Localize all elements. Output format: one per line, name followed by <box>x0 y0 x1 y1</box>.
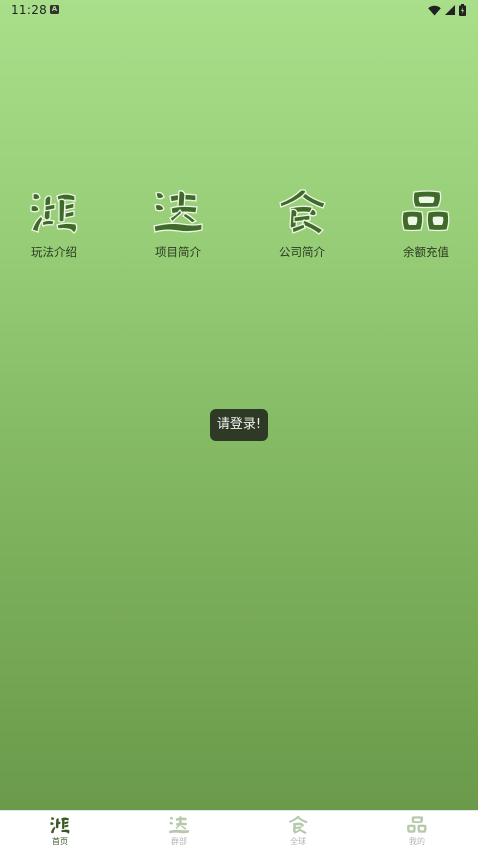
da-calligraphy-icon <box>153 190 203 233</box>
hong-calligraphy-icon <box>30 192 78 234</box>
shi-calligraphy-icon <box>279 189 326 235</box>
nav-label: 群部 <box>171 837 187 846</box>
nav-item-mine[interactable]: 我的 <box>387 815 447 847</box>
status-time: 11:28 <box>11 3 48 17</box>
nav-item-home[interactable]: 首页 <box>30 815 90 847</box>
feature-label: 玩法介绍 <box>31 245 77 259</box>
bottom-nav: 首页 群部 全球 我的 <box>0 810 478 852</box>
status-icons <box>428 4 466 16</box>
feature-company-intro[interactable]: 公司简介 <box>252 188 352 260</box>
pin-icon <box>407 816 427 833</box>
battery-icon <box>459 4 466 16</box>
feature-gameplay-intro[interactable]: 玩法介绍 <box>4 188 104 260</box>
notification-icon: A <box>50 5 59 14</box>
home-screen: 11:28 A 玩法介绍 项目简介 公司简介 余额充值 请登录! <box>0 0 478 810</box>
feature-label: 公司简介 <box>279 245 325 259</box>
nav-item-groups[interactable]: 群部 <box>149 815 209 847</box>
shi-icon <box>288 815 308 835</box>
pin-calligraphy-icon <box>401 190 450 232</box>
nav-label: 全球 <box>290 837 306 846</box>
wifi-icon <box>428 5 441 15</box>
feature-balance-recharge[interactable]: 余额充值 <box>376 188 476 260</box>
status-bar: 11:28 A <box>0 0 478 22</box>
nav-label: 我的 <box>409 837 425 846</box>
feature-label: 余额充值 <box>403 245 449 259</box>
da-icon <box>169 816 189 834</box>
nav-label: 首页 <box>52 837 68 846</box>
signal-icon <box>445 5 455 15</box>
feature-label: 项目简介 <box>155 245 201 259</box>
nav-item-global[interactable]: 全球 <box>268 815 328 847</box>
feature-project-intro[interactable]: 项目简介 <box>128 188 228 260</box>
hong-icon <box>50 817 70 834</box>
login-toast: 请登录! <box>210 409 268 441</box>
